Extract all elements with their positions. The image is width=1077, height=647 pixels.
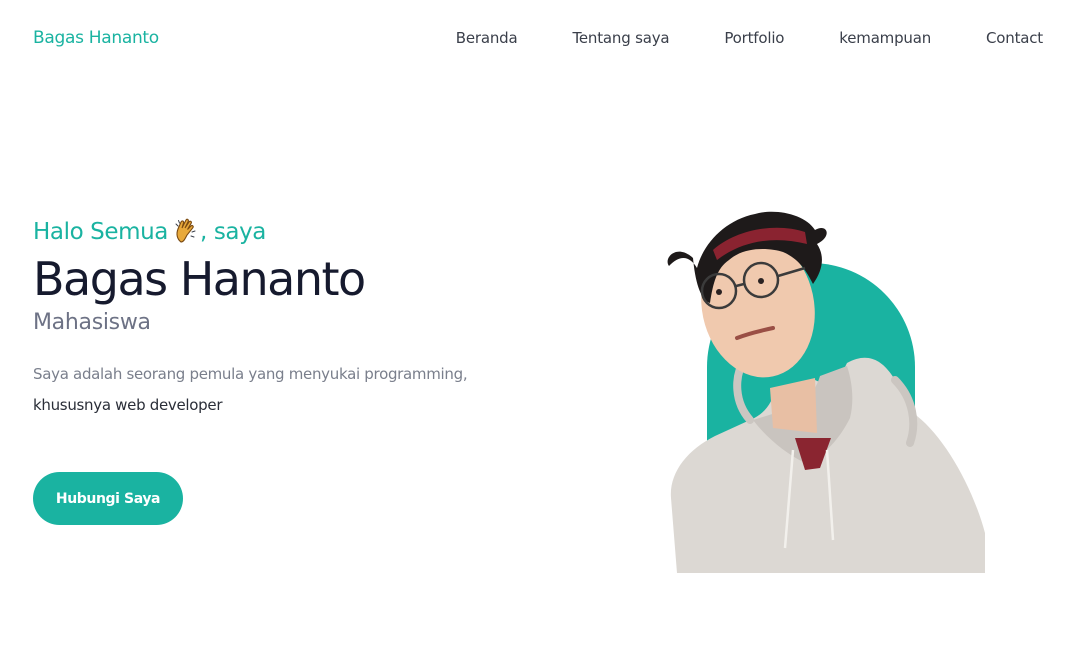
nav-link-kemampuan[interactable]: kemampuan	[839, 29, 931, 47]
hero-name: Bagas Hananto	[33, 252, 366, 306]
hero-greeting: Halo Semua , saya	[33, 214, 553, 250]
profile-photo	[667, 211, 985, 573]
description-highlight: khususnya web developer	[33, 396, 223, 414]
nav-link-portfolio[interactable]: Portfolio	[724, 29, 784, 47]
portfolio-page: Bagas Hananto Beranda Tentang saya Portf…	[0, 0, 1077, 647]
description-text: Saya adalah seorang pemula yang menyukai…	[33, 365, 468, 383]
nav-link-beranda[interactable]: Beranda	[456, 29, 518, 47]
contact-me-button[interactable]: Hubungi Saya	[33, 472, 183, 525]
nav-links: Beranda Tentang saya Portfolio kemampuan…	[456, 29, 1043, 47]
hero-description: Saya adalah seorang pemula yang menyukai…	[33, 359, 543, 421]
navbar: Bagas Hananto Beranda Tentang saya Portf…	[0, 0, 1077, 76]
greeting-text: Halo Semua	[33, 219, 168, 245]
hero-role: Mahasiswa	[33, 310, 151, 335]
clapping-hands-icon	[175, 218, 197, 244]
nav-link-contact[interactable]: Contact	[986, 29, 1043, 47]
hero-visual	[655, 188, 995, 573]
brand-logo[interactable]: Bagas Hananto	[33, 28, 159, 48]
nav-link-tentang-saya[interactable]: Tentang saya	[572, 29, 669, 47]
hero-intro: Halo Semua , saya Bagas Hananto Mahasisw…	[33, 214, 553, 421]
greeting-suffix: , saya	[200, 219, 267, 245]
